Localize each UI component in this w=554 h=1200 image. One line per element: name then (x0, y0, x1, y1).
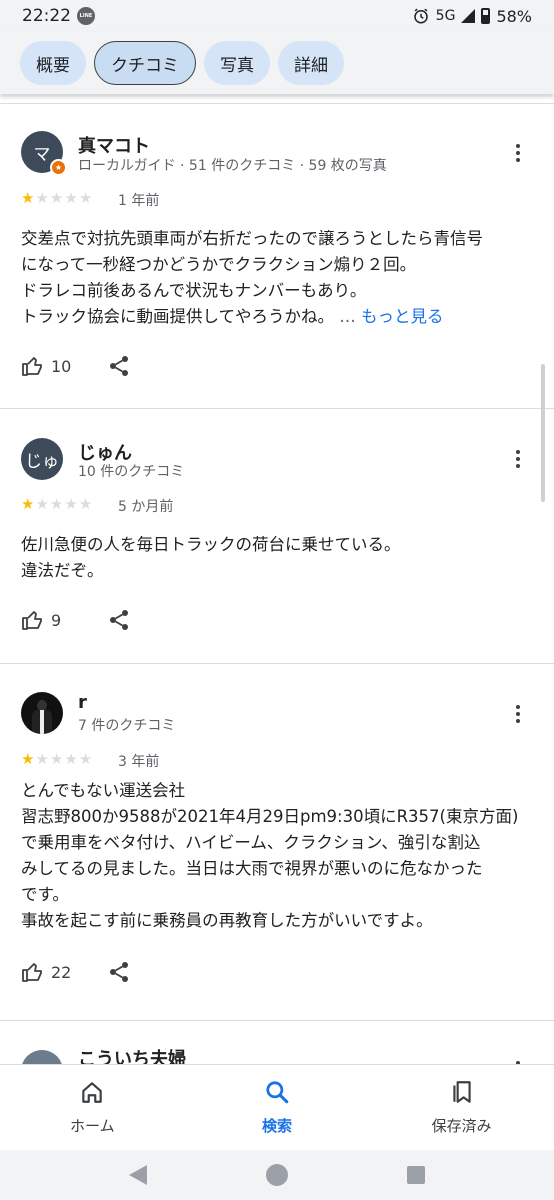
star-icon: ★ (78, 189, 93, 207)
avatar-initial: マ (33, 144, 51, 165)
thumbs-up-icon[interactable] (21, 608, 45, 632)
reviewer-name[interactable]: こういち夫婦 (78, 1045, 186, 1064)
review-date: 5 か月前 (118, 499, 174, 515)
tab-details[interactable]: 詳細 (278, 41, 344, 85)
search-icon (266, 1081, 289, 1104)
reviewer-name[interactable]: r (78, 692, 87, 713)
avatar[interactable] (21, 692, 63, 734)
star-icon: ★ (21, 750, 35, 768)
review-date: 3 年前 (118, 754, 160, 770)
review-date: 1 年前 (118, 193, 160, 209)
ellipsis: … (339, 307, 356, 326)
star-icon: ★ (78, 750, 93, 768)
star-icon: ★ (35, 495, 49, 513)
star-icon: ★ (35, 189, 49, 207)
battery-icon (481, 8, 491, 24)
star-icon: ★ (64, 189, 78, 207)
status-bar: 22:22 LINE 5G 58% (0, 0, 554, 32)
tab-bar: 概要 クチコミ 写真 詳細 (0, 32, 554, 94)
nav-search-label: 検索 (262, 1117, 293, 1135)
recent-apps-icon[interactable] (406, 1166, 425, 1184)
review-actions: 10 (21, 354, 131, 378)
network-type: 5G (435, 8, 456, 24)
more-options-icon[interactable] (512, 144, 524, 162)
alarm-icon (413, 8, 428, 24)
star-icon: ★ (35, 750, 49, 768)
line-notification-icon: LINE (77, 7, 95, 25)
read-more-link[interactable]: もっと見る (361, 307, 444, 326)
like-count: 22 (51, 962, 72, 982)
bottom-navigation: ホーム 検索 保存済み (0, 1064, 554, 1150)
star-icon: ★ (49, 495, 64, 513)
review-card: こういち夫婦 (0, 1021, 554, 1064)
share-icon[interactable] (107, 960, 131, 984)
star-icon: ★ (64, 495, 78, 513)
thumbs-up-icon[interactable] (21, 960, 45, 984)
status-indicators: 5G 58% (412, 7, 532, 26)
tab-reviews[interactable]: クチコミ (94, 41, 196, 85)
nav-search[interactable]: 検索 (185, 1065, 370, 1150)
star-rating: ★ ★ ★ ★ ★ (21, 497, 92, 512)
share-icon[interactable] (107, 354, 131, 378)
review-text: 交差点で対抗先頭車両が右折だったので譲ろうとしたら青信号 になって一秒経つかどう… (21, 226, 533, 330)
back-icon[interactable] (129, 1165, 148, 1185)
scrollbar[interactable] (541, 364, 545, 502)
review-actions: 9 (21, 608, 131, 632)
star-icon: ★ (64, 750, 78, 768)
avatar[interactable] (21, 1050, 63, 1064)
reviews-list: マ ★ 真マコト ローカルガイド · 51 件のクチコミ · 59 枚の写真 ★… (0, 94, 554, 1064)
reviewer-meta: 7 件のクチコミ (78, 718, 176, 734)
home-button-icon[interactable] (265, 1164, 288, 1186)
review-card: r 7 件のクチコミ ★ ★ ★ ★ ★ 3 年前 とんでもない運送会社 習志野… (0, 664, 554, 1020)
tab-overview[interactable]: 概要 (20, 41, 86, 85)
review-card: じゅ じゅん 10 件のクチコミ ★ ★ ★ ★ ★ 5 か月前 佐川急便の人を… (0, 409, 554, 663)
avatar-initial: じゅ (25, 451, 59, 472)
like-count: 9 (51, 610, 62, 630)
star-icon: ★ (78, 495, 93, 513)
nav-saved[interactable]: 保存済み (369, 1065, 554, 1150)
star-icon: ★ (49, 750, 64, 768)
saved-icon (453, 1081, 471, 1103)
star-icon: ★ (21, 495, 35, 513)
review-card: マ ★ 真マコト ローカルガイド · 51 件のクチコミ · 59 枚の写真 ★… (0, 104, 554, 408)
review-text: 佐川急便の人を毎日トラックの荷台に乗せている。 違法だぞ。 (21, 535, 401, 580)
reviewer-meta: 10 件のクチコミ (78, 464, 185, 480)
star-icon: ★ (49, 189, 64, 207)
status-time: 22:22 (22, 6, 71, 26)
avatar[interactable]: じゅ (21, 438, 63, 480)
share-icon[interactable] (107, 608, 131, 632)
thumbs-up-icon[interactable] (21, 354, 45, 378)
tab-photos[interactable]: 写真 (204, 41, 270, 85)
avatar[interactable]: マ ★ (21, 131, 67, 176)
nav-home-label: ホーム (70, 1117, 115, 1135)
system-navigation (0, 1150, 554, 1200)
star-rating: ★ ★ ★ ★ ★ (21, 752, 92, 767)
more-options-icon[interactable] (512, 705, 524, 723)
review-text: とんでもない運送会社 習志野800か9588が2021年4月29日pm9:30頃… (21, 781, 519, 930)
reviewer-meta: ローカルガイド · 51 件のクチコミ · 59 枚の写真 (78, 158, 387, 174)
star-rating: ★ ★ ★ ★ ★ (21, 191, 92, 206)
like-count: 10 (51, 356, 72, 376)
star-icon: ★ (21, 189, 35, 207)
local-guide-badge-icon: ★ (50, 159, 67, 176)
avatar-image (32, 710, 52, 734)
signal-icon (461, 9, 476, 23)
nav-saved-label: 保存済み (431, 1117, 492, 1135)
home-icon (82, 1082, 103, 1103)
more-options-icon[interactable] (512, 450, 524, 468)
review-actions: 22 (21, 960, 131, 984)
nav-home[interactable]: ホーム (0, 1065, 185, 1150)
battery-percent: 58% (496, 6, 532, 26)
